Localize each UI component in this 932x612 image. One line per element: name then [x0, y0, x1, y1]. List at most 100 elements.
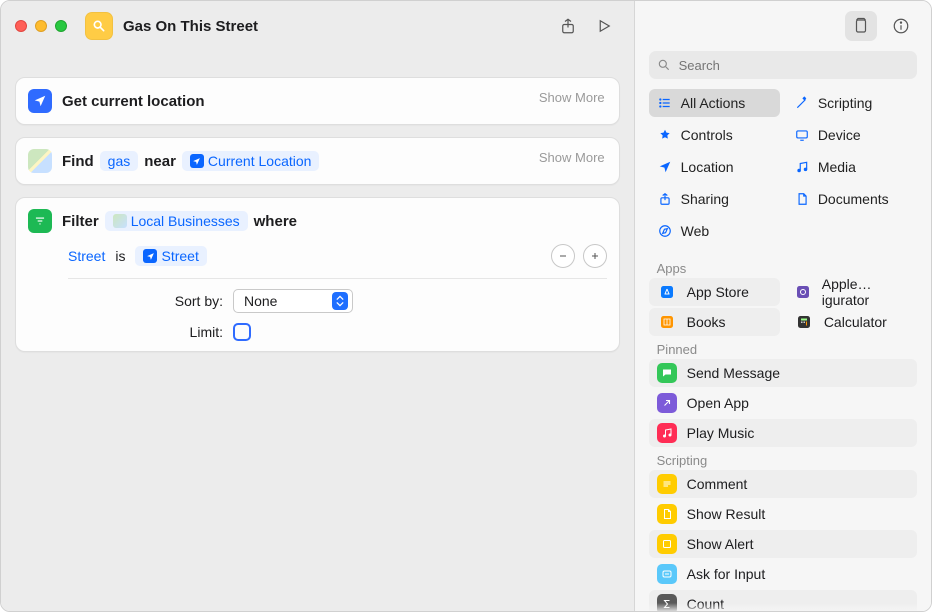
apps-list: App StoreApple…iguratorBooksCalculator: [635, 278, 931, 336]
sort-by-popup[interactable]: None: [233, 289, 353, 313]
shortcuts-editor-window: Gas On This Street Get current location …: [0, 0, 932, 612]
shortcut-icon: [85, 12, 113, 40]
action-get-current-location[interactable]: Get current location Show More: [15, 77, 620, 125]
action-item[interactable]: Open App: [649, 389, 917, 417]
sort-label: Sort by:: [68, 293, 223, 309]
library-scroll[interactable]: Apps App StoreApple…iguratorBooksCalcula…: [635, 255, 931, 612]
limit-label: Limit:: [68, 324, 223, 340]
apps-header: Apps: [635, 255, 931, 278]
library-tab-button[interactable]: [845, 11, 877, 41]
right-toolbar: [635, 1, 931, 51]
action-item[interactable]: Send Message: [649, 359, 917, 387]
openapp-icon: [657, 393, 677, 413]
run-button[interactable]: [588, 12, 620, 40]
action-title: Get current location: [62, 93, 205, 110]
app-item[interactable]: App Store: [649, 278, 780, 306]
limit-checkbox[interactable]: [233, 323, 251, 341]
action-filter-local-businesses[interactable]: Filter Local Businesses where Street is: [15, 197, 620, 352]
current-location-token[interactable]: Current Location: [182, 151, 320, 171]
action-inline-text: Find gas near Current Location: [62, 151, 319, 171]
action-item[interactable]: Ask for Input: [649, 560, 917, 588]
action-item[interactable]: Show Result: [649, 500, 917, 528]
category-web[interactable]: Web: [649, 217, 780, 245]
sort-by-row: Sort by: None: [68, 289, 607, 313]
workflow-canvas[interactable]: Get current location Show More Find gas …: [1, 51, 634, 612]
maximize-button[interactable]: [55, 20, 67, 32]
doc-icon: [657, 504, 677, 524]
wand-icon: [794, 95, 810, 111]
limit-row: Limit:: [68, 323, 607, 341]
rule-op[interactable]: is: [115, 248, 125, 264]
near-word: near: [144, 153, 176, 170]
library-sidebar: All ActionsScriptingControlsDeviceLocati…: [634, 1, 931, 612]
list-icon: [657, 95, 673, 111]
rule-field[interactable]: Street: [68, 248, 105, 264]
category-scripting[interactable]: Scripting: [786, 89, 917, 117]
info-tab-button[interactable]: [885, 11, 917, 41]
rule-value-token[interactable]: Street: [135, 246, 206, 266]
safari-icon: [657, 223, 673, 239]
square-icon: [657, 534, 677, 554]
share-button[interactable]: [552, 12, 584, 40]
shortcut-title[interactable]: Gas On This Street: [123, 18, 258, 35]
category-grid: All ActionsScriptingControlsDeviceLocati…: [635, 89, 931, 255]
ask-icon: [657, 564, 677, 584]
books-icon: [657, 312, 677, 332]
location-icon: [657, 159, 673, 175]
music-icon: [794, 159, 810, 175]
action-inline-text: Filter Local Businesses where: [62, 211, 297, 231]
category-sharing[interactable]: Sharing: [649, 185, 780, 213]
category-all-actions[interactable]: All Actions: [649, 89, 780, 117]
show-more-button[interactable]: Show More: [539, 150, 605, 165]
pinned-list: Send MessageOpen AppPlay Music: [635, 359, 931, 447]
location-arrow-icon: [143, 249, 157, 263]
lines-icon: [657, 474, 677, 494]
close-button[interactable]: [15, 20, 27, 32]
message-icon: [657, 363, 677, 383]
scripting-list: CommentShow ResultShow AlertAsk for Inpu…: [635, 470, 931, 612]
show-more-button[interactable]: Show More: [539, 90, 605, 105]
calc-icon: [794, 312, 814, 332]
category-media[interactable]: Media: [786, 153, 917, 181]
find-verb: Find: [62, 153, 94, 170]
query-token[interactable]: gas: [100, 151, 139, 171]
sort-value: None: [244, 293, 277, 309]
action-find-places[interactable]: Find gas near Current Location Show More: [15, 137, 620, 185]
action-item[interactable]: Play Music: [649, 419, 917, 447]
filter-verb: Filter: [62, 213, 99, 230]
search-field[interactable]: [649, 51, 917, 79]
filter-rule-row: Street is Street: [68, 244, 607, 279]
doc-icon: [794, 191, 810, 207]
titlebar: Gas On This Street: [1, 1, 634, 51]
app-item[interactable]: Apple…igurator: [786, 278, 917, 306]
pinned-header: Pinned: [635, 336, 931, 359]
maps-icon: [28, 149, 52, 173]
search-input[interactable]: [679, 58, 909, 73]
where-word: where: [254, 213, 297, 230]
category-location[interactable]: Location: [649, 153, 780, 181]
configurator-icon: [794, 282, 812, 302]
category-device[interactable]: Device: [786, 121, 917, 149]
local-businesses-token[interactable]: Local Businesses: [105, 211, 248, 231]
app-item[interactable]: Calculator: [786, 308, 917, 336]
category-controls[interactable]: Controls: [649, 121, 780, 149]
category-documents[interactable]: Documents: [786, 185, 917, 213]
left-pane: Gas On This Street Get current location …: [1, 1, 634, 612]
star-icon: [657, 127, 673, 143]
appstore-icon: [657, 282, 677, 302]
traffic-lights: [15, 20, 67, 32]
filter-icon: [28, 209, 52, 233]
action-item[interactable]: Comment: [649, 470, 917, 498]
scripting-header: Scripting: [635, 447, 931, 470]
add-rule-button[interactable]: [583, 244, 607, 268]
location-arrow-icon: [190, 154, 204, 168]
remove-rule-button[interactable]: [551, 244, 575, 268]
share-icon: [657, 191, 673, 207]
popup-arrows-icon: [332, 292, 348, 310]
minimize-button[interactable]: [35, 20, 47, 32]
filter-body: Street is Street Sort by:: [68, 244, 607, 341]
location-arrow-icon: [28, 89, 52, 113]
action-item[interactable]: Show Alert: [649, 530, 917, 558]
app-item[interactable]: Books: [649, 308, 780, 336]
display-icon: [794, 127, 810, 143]
